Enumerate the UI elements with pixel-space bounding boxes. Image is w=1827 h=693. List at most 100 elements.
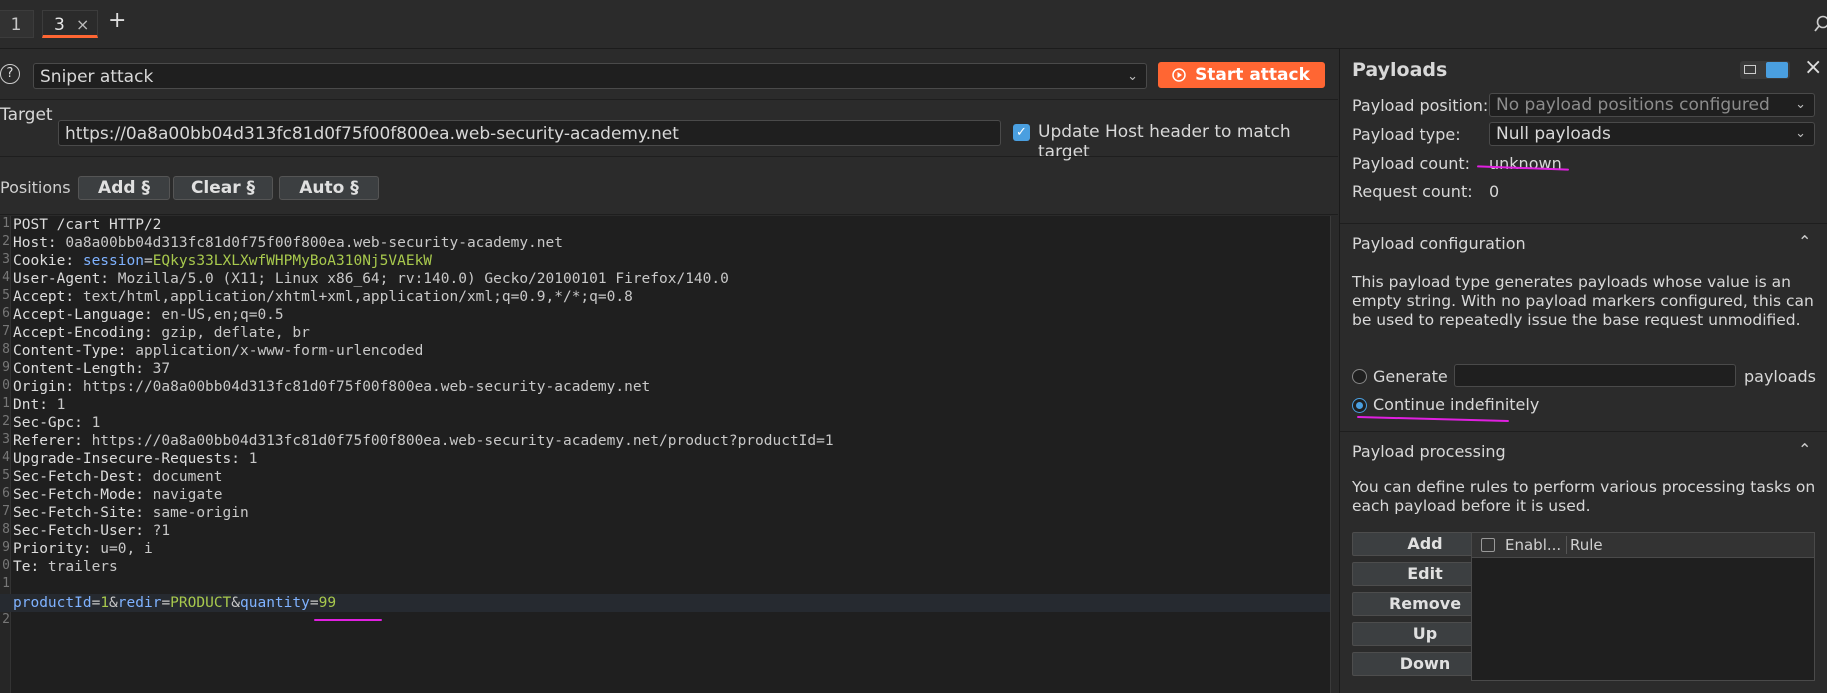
tab-label: 1	[10, 15, 22, 35]
generate-radio[interactable]	[1352, 369, 1367, 384]
line-number: 4	[2, 450, 10, 465]
chevron-down-icon: ⌄	[1127, 69, 1138, 84]
request-line: Te: trailers	[13, 559, 118, 575]
request-line: User-Agent: Mozilla/5.0 (X11; Linux x86_…	[13, 271, 729, 287]
payload-configuration-title: Payload configuration	[1352, 234, 1526, 253]
request-line: Accept-Encoding: gzip, deflate, br	[13, 325, 310, 341]
chevron-up-icon[interactable]: ⌃	[1798, 440, 1811, 459]
line-number: 5	[2, 468, 10, 483]
line-number: 7	[2, 324, 10, 339]
play-circle-icon	[1172, 68, 1186, 82]
line-number: 5	[2, 288, 10, 303]
line-number: 4	[2, 270, 10, 285]
request-line: Accept-Language: en-US,en;q=0.5	[13, 307, 284, 323]
line-number: 8	[2, 342, 10, 357]
new-tab-button[interactable]: +	[108, 8, 126, 33]
chevron-down-icon: ⌄	[1795, 97, 1806, 112]
chevron-up-icon[interactable]: ⌃	[1798, 232, 1811, 251]
layout-split-icon	[1766, 62, 1788, 78]
line-number: 8	[2, 522, 10, 537]
line-number: 2	[2, 234, 10, 249]
table-header: Enabl... Rule	[1472, 533, 1814, 558]
request-line: Sec-Gpc: 1	[13, 415, 101, 431]
line-number: 9	[2, 360, 10, 375]
start-attack-button[interactable]: Start attack	[1158, 62, 1325, 88]
add-marker-button[interactable]: Add §	[78, 176, 170, 200]
payload-processing-title: Payload processing	[1352, 442, 1506, 461]
layout-list-icon	[1744, 65, 1756, 74]
column-rule[interactable]: Rule	[1570, 536, 1603, 554]
column-enabled[interactable]: Enabl...	[1505, 536, 1561, 554]
attack-type-select[interactable]: Sniper attack ⌄	[33, 63, 1147, 89]
payload-type-value: Null payloads	[1496, 124, 1611, 144]
line-number: 1	[2, 576, 10, 591]
select-all-checkbox[interactable]	[1481, 538, 1495, 552]
chevron-down-icon: ⌄	[1795, 126, 1806, 141]
payload-count-label: Payload count:	[1352, 154, 1471, 173]
line-number: 6	[2, 306, 10, 321]
request-line: Sec-Fetch-Site: same-origin	[13, 505, 249, 521]
line-number: 1	[2, 396, 10, 411]
tab-3[interactable]: 3 ×	[42, 10, 98, 38]
line-number: 2	[2, 612, 10, 627]
payload-count-value: unknown	[1489, 154, 1562, 173]
request-line: Host: 0a8a00bb04d313fc81d0f75f00f800ea.w…	[13, 235, 563, 251]
request-body-line: productId=1&redir=PRODUCT&quantity=99	[13, 595, 337, 611]
request-line: Cookie: session=EQkys33LXLXwfWHPMyBoA310…	[13, 253, 433, 269]
payload-configuration-description: This payload type generates payloads who…	[1352, 273, 1814, 329]
request-line: Dnt: 1	[13, 397, 66, 413]
request-editor[interactable]: 1 2 3 4 5 6 7 8 9 0 1 2 3 4 5 6 7 8 9 0 1 2 POST /cart HTTP/2…	[0, 216, 1330, 693]
line-number: 9	[2, 540, 10, 555]
request-line: Sec-Fetch-User: ?1	[13, 523, 171, 539]
line-number: 3	[2, 432, 10, 447]
payload-position-label: Payload position:	[1352, 96, 1489, 115]
processing-rules-table[interactable]: Enabl... Rule	[1471, 532, 1815, 681]
line-number: 7	[2, 504, 10, 519]
target-label: Target	[0, 105, 53, 125]
request-line: Sec-Fetch-Mode: navigate	[13, 487, 223, 503]
close-icon[interactable]: ×	[1804, 55, 1822, 80]
auto-markers-button[interactable]: Auto §	[279, 176, 379, 200]
tab-label: 3	[54, 15, 65, 35]
request-line: Content-Length: 37	[13, 361, 171, 377]
line-number: 2	[2, 414, 10, 429]
line-number: 6	[2, 486, 10, 501]
tab-bar: 1 3 × +	[0, 0, 1827, 49]
annotation-underline-quantity	[314, 619, 382, 621]
editor-scrollbar[interactable]	[1330, 216, 1339, 693]
request-line: Referer: https://0a8a00bb04d313fc81d0f75…	[13, 433, 834, 449]
request-count-label: Request count:	[1352, 182, 1473, 201]
positions-label: Positions	[0, 178, 71, 197]
layout-toggle[interactable]	[1740, 61, 1790, 79]
generate-suffix: payloads	[1744, 367, 1816, 386]
request-line: Origin: https://0a8a00bb04d313fc81d0f75f…	[13, 379, 651, 395]
line-number: 0	[2, 378, 10, 393]
request-line: Content-Type: application/x-www-form-url…	[13, 343, 424, 359]
payload-position-value: No payload positions configured	[1496, 95, 1770, 115]
annotation-underline-continue	[1356, 416, 1510, 422]
continue-indefinitely-radio[interactable]	[1352, 398, 1367, 413]
search-icon[interactable]	[1814, 15, 1827, 33]
request-line: POST /cart HTTP/2	[13, 217, 162, 233]
payloads-title: Payloads	[1352, 59, 1448, 81]
payload-type-label: Payload type:	[1352, 125, 1461, 144]
payload-type-select[interactable]: Null payloads ⌄	[1489, 122, 1815, 146]
request-line: Accept: text/html,application/xhtml+xml,…	[13, 289, 633, 305]
tab-1[interactable]: 1	[0, 10, 34, 38]
request-line: Sec-Fetch-Dest: document	[13, 469, 223, 485]
help-icon[interactable]: ?	[0, 64, 20, 84]
request-line: Priority: u=0, i	[13, 541, 153, 557]
payloads-panel: Payloads × Payload position: No payload …	[1339, 49, 1827, 693]
update-host-checkbox[interactable]: ✓	[1013, 124, 1030, 141]
target-url-value: https://0a8a00bb04d313fc81d0f75f00f800ea…	[65, 124, 679, 144]
payload-position-select[interactable]: No payload positions configured ⌄	[1489, 93, 1815, 117]
generate-label: Generate	[1373, 367, 1448, 386]
close-icon[interactable]: ×	[76, 11, 89, 39]
request-count-value: 0	[1489, 182, 1500, 201]
payload-processing-description: You can define rules to perform various …	[1352, 478, 1816, 515]
line-number-gutter: 1 2 3 4 5 6 7 8 9 0 1 2 3 4 5 6 7 8 9 0 1 2	[0, 216, 11, 693]
request-line: Upgrade-Insecure-Requests: 1	[13, 451, 258, 467]
generate-count-input[interactable]	[1454, 364, 1736, 387]
target-url-input[interactable]: https://0a8a00bb04d313fc81d0f75f00f800ea…	[58, 120, 1001, 146]
clear-markers-button[interactable]: Clear §	[173, 176, 273, 200]
